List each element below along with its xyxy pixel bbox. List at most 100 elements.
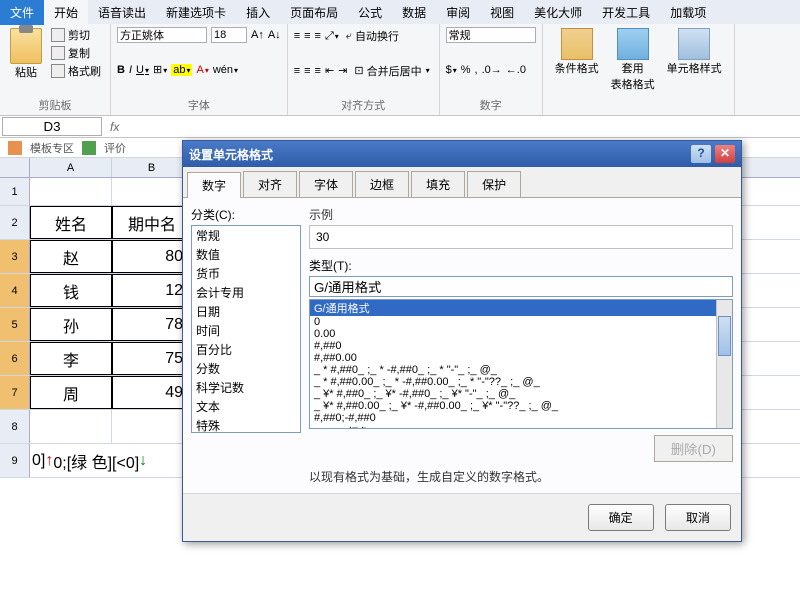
type-item[interactable]: 0.00	[310, 328, 732, 340]
indent-dec-icon[interactable]: ⇤	[325, 64, 334, 77]
category-item[interactable]: 科学记数	[192, 378, 300, 397]
dialog-close-button[interactable]: ✕	[715, 145, 735, 163]
category-item[interactable]: 分数	[192, 359, 300, 378]
dialog-tab-保护[interactable]: 保护	[467, 171, 521, 197]
align-right-icon[interactable]: ≡	[315, 65, 321, 77]
cell-a4[interactable]: 钱	[30, 274, 112, 307]
wrap-text-button[interactable]: ⤶自动换行	[343, 27, 402, 45]
category-item[interactable]: 百分比	[192, 340, 300, 359]
paste-button[interactable]: 粘贴	[6, 26, 46, 82]
row-head-5[interactable]: 5	[0, 308, 30, 341]
percent-icon[interactable]: %	[461, 64, 471, 76]
font-color-button[interactable]: A	[196, 64, 208, 76]
category-list[interactable]: 常规数值货币会计专用日期时间百分比分数科学记数文本特殊自定义	[191, 225, 301, 433]
category-item[interactable]: 时间	[192, 321, 300, 340]
row-head-6[interactable]: 6	[0, 342, 30, 375]
dialog-tab-数字[interactable]: 数字	[187, 172, 241, 198]
type-item[interactable]: #,##0;-#,##0	[310, 412, 732, 424]
cell-a6[interactable]: 李	[30, 342, 112, 375]
category-item[interactable]: 会计专用	[192, 283, 300, 302]
category-item[interactable]: 文本	[192, 397, 300, 416]
type-item[interactable]: _ ¥* #,##0_ ;_ ¥* -#,##0_ ;_ ¥* "-"_ ;_ …	[310, 388, 732, 400]
cell-b6[interactable]: 75	[112, 342, 192, 375]
cell-b3[interactable]: 80	[112, 240, 192, 273]
dec-decimal-icon[interactable]: ←.0	[506, 64, 526, 76]
cell-b2[interactable]: 期中名	[112, 206, 192, 239]
bold-button[interactable]: B	[117, 64, 125, 76]
cell-a8[interactable]	[30, 410, 112, 443]
row-head-2[interactable]: 2	[0, 206, 30, 239]
align-top-icon[interactable]: ≡	[294, 30, 300, 42]
cut-button[interactable]: 剪切	[48, 26, 104, 44]
cell-style-button[interactable]: 单元格样式	[661, 26, 728, 78]
ribbon-tab-2[interactable]: 语音读出	[88, 0, 156, 25]
dialog-titlebar[interactable]: 设置单元格格式 ? ✕	[183, 141, 741, 167]
type-item[interactable]: #,##0	[310, 340, 732, 352]
template-zone-label[interactable]: 模板专区	[30, 140, 74, 156]
fx-icon[interactable]: fx	[104, 120, 125, 134]
currency-icon[interactable]: $	[446, 64, 457, 76]
cell-a5[interactable]: 孙	[30, 308, 112, 341]
delete-button[interactable]: 删除(D)	[654, 435, 733, 462]
cell-a2[interactable]: 姓名	[30, 206, 112, 239]
ribbon-tab-12[interactable]: 加载项	[660, 0, 716, 25]
comma-icon[interactable]: ,	[475, 64, 478, 76]
dialog-help-button[interactable]: ?	[691, 145, 711, 163]
ribbon-tab-8[interactable]: 审阅	[436, 0, 480, 25]
type-input[interactable]	[309, 276, 733, 297]
type-item[interactable]: 0	[310, 316, 732, 328]
phonetic-button[interactable]: wén	[213, 64, 238, 76]
ribbon-tab-7[interactable]: 数据	[392, 0, 436, 25]
ribbon-tab-1[interactable]: 开始	[44, 0, 88, 25]
align-left-icon[interactable]: ≡	[294, 65, 300, 77]
col-head-A[interactable]: A	[30, 158, 112, 177]
dialog-tab-字体[interactable]: 字体	[299, 171, 353, 197]
type-item[interactable]: _ * #,##0.00_ ;_ * -#,##0.00_ ;_ * "-"??…	[310, 376, 732, 388]
align-bottom-icon[interactable]: ≡	[315, 30, 321, 42]
conditional-format-button[interactable]: 条件格式	[549, 26, 605, 78]
underline-button[interactable]: U	[136, 64, 149, 76]
dialog-tab-边框[interactable]: 边框	[355, 171, 409, 197]
row-head-9[interactable]: 9	[0, 444, 30, 477]
ribbon-tab-5[interactable]: 页面布局	[280, 0, 348, 25]
table-format-button[interactable]: 套用 表格格式	[605, 26, 661, 94]
cell-b4[interactable]: 12	[112, 274, 192, 307]
italic-button[interactable]: I	[129, 64, 132, 76]
type-list[interactable]: G/通用格式00.00#,##0#,##0.00_ * #,##0_ ;_ * …	[309, 299, 733, 429]
fill-color-button[interactable]: ab	[171, 64, 192, 76]
scrollbar-thumb[interactable]	[718, 316, 731, 356]
ok-button[interactable]: 确定	[588, 504, 654, 531]
dialog-tab-填充[interactable]: 填充	[411, 171, 465, 197]
col-head-B[interactable]: B	[112, 158, 192, 177]
align-center-icon[interactable]: ≡	[304, 65, 310, 77]
orientation-icon[interactable]: ⤢	[325, 30, 339, 43]
merge-center-button[interactable]: ⊡合并后居中	[351, 62, 432, 80]
ribbon-tab-11[interactable]: 开发工具	[592, 0, 660, 25]
rate-label[interactable]: 评价	[104, 140, 126, 156]
border-button[interactable]: ⊞	[153, 63, 167, 76]
category-item[interactable]: 日期	[192, 302, 300, 321]
cell-b5[interactable]: 78	[112, 308, 192, 341]
dialog-tab-对齐[interactable]: 对齐	[243, 171, 297, 197]
cancel-button[interactable]: 取消	[665, 504, 731, 531]
inc-decimal-icon[interactable]: .0→	[482, 64, 502, 76]
category-item[interactable]: 货币	[192, 264, 300, 283]
cell-b7[interactable]: 49	[112, 376, 192, 409]
align-middle-icon[interactable]: ≡	[304, 30, 310, 42]
cell-a3[interactable]: 赵	[30, 240, 112, 273]
format-painter-button[interactable]: 格式刷	[48, 62, 104, 80]
font-name-select[interactable]	[117, 27, 207, 43]
ribbon-tab-6[interactable]: 公式	[348, 0, 392, 25]
copy-button[interactable]: 复制	[48, 44, 104, 62]
row-head-8[interactable]: 8	[0, 410, 30, 443]
category-item[interactable]: 数值	[192, 245, 300, 264]
row-head-7[interactable]: 7	[0, 376, 30, 409]
indent-inc-icon[interactable]: ⇥	[338, 64, 347, 77]
type-item[interactable]: _ ¥* #,##0.00_ ;_ ¥* -#,##0.00_ ;_ ¥* "-…	[310, 400, 732, 412]
row-head-3[interactable]: 3	[0, 240, 30, 273]
number-format-select[interactable]	[446, 27, 536, 43]
category-item[interactable]: 常规	[192, 226, 300, 245]
ribbon-tab-9[interactable]: 视图	[480, 0, 524, 25]
ribbon-tab-10[interactable]: 美化大师	[524, 0, 592, 25]
cell-a7[interactable]: 周	[30, 376, 112, 409]
